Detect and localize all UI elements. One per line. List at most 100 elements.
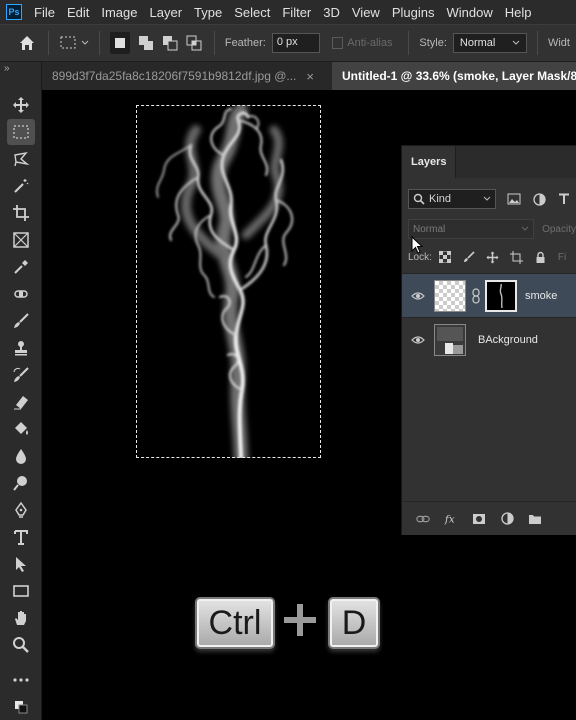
subtract-from-selection-button[interactable] bbox=[160, 32, 180, 54]
arrow-pointer-icon bbox=[16, 557, 26, 572]
adjustment-layer-filter-button[interactable] bbox=[532, 192, 546, 206]
menu-plugins[interactable]: Plugins bbox=[392, 5, 435, 20]
opacity-label: Opacity bbox=[542, 223, 576, 235]
layer-thumbnail bbox=[434, 279, 466, 312]
ctrl-key: Ctrl bbox=[195, 597, 275, 649]
home-button[interactable] bbox=[16, 31, 38, 55]
lock-position-button[interactable] bbox=[486, 250, 500, 264]
new-adjustment-layer-button[interactable] bbox=[500, 512, 514, 526]
paint-bucket-tool[interactable] bbox=[7, 416, 35, 442]
tab-jpg-document[interactable]: 899d3f7da25fa8c18206f7591b9812df.jpg @..… bbox=[42, 62, 332, 90]
visibility-toggle[interactable] bbox=[402, 291, 434, 301]
history-brush-tool[interactable] bbox=[7, 362, 35, 388]
edit-toolbar-button[interactable] bbox=[7, 694, 35, 720]
menu-layer[interactable]: Layer bbox=[150, 5, 183, 20]
spot-healing-brush-tool[interactable] bbox=[7, 281, 35, 307]
layer-mask-thumbnail[interactable] bbox=[485, 279, 517, 312]
hand-tool[interactable] bbox=[7, 605, 35, 631]
half-circle-icon bbox=[500, 512, 514, 525]
background-preview bbox=[435, 324, 465, 355]
kind-filter-select[interactable]: Kind bbox=[408, 189, 496, 209]
photoshop-logo-icon[interactable]: Ps bbox=[6, 4, 22, 20]
type-layer-filter-button[interactable] bbox=[557, 192, 571, 206]
type-icon bbox=[559, 193, 569, 204]
menu-edit[interactable]: Edit bbox=[67, 5, 89, 20]
move-tool[interactable] bbox=[7, 92, 35, 118]
eyedropper-tool[interactable] bbox=[7, 254, 35, 280]
menu-view[interactable]: View bbox=[352, 5, 380, 20]
style-select[interactable]: Normal bbox=[452, 33, 528, 53]
brush-tool[interactable] bbox=[7, 308, 35, 334]
menu-image[interactable]: Image bbox=[101, 5, 137, 20]
layers-panel-header: Layers bbox=[402, 146, 576, 178]
intersect-selection-icon bbox=[186, 35, 202, 51]
crop-tool[interactable] bbox=[7, 200, 35, 226]
tools-panel: » bbox=[0, 62, 42, 720]
add-to-selection-button[interactable] bbox=[136, 32, 156, 54]
menu-help[interactable]: Help bbox=[505, 5, 532, 20]
blur-tool[interactable] bbox=[7, 443, 35, 469]
ellipsis-icon bbox=[13, 678, 29, 682]
pen-tool[interactable] bbox=[7, 497, 35, 523]
layer-name[interactable]: smoke bbox=[525, 290, 557, 302]
rectangular-marquee-tool[interactable] bbox=[7, 119, 35, 145]
more-tools-button[interactable] bbox=[7, 667, 35, 693]
tab-layers[interactable]: Layers bbox=[402, 146, 457, 178]
tab-untitled-1[interactable]: Untitled-1 @ 33.6% (smoke, Layer Mask/8)… bbox=[332, 62, 576, 90]
lock-transparent-pixels-button[interactable] bbox=[438, 250, 452, 264]
menu-window[interactable]: Window bbox=[446, 5, 492, 20]
path-selection-tool[interactable] bbox=[7, 551, 35, 577]
layer-filter-row: Kind bbox=[402, 184, 576, 214]
marquee-preset-picker[interactable] bbox=[59, 35, 89, 51]
type-tool[interactable] bbox=[7, 524, 35, 550]
hand-icon bbox=[15, 611, 26, 625]
layer-style-button[interactable]: fx bbox=[444, 512, 458, 526]
marquee-selection[interactable] bbox=[136, 105, 321, 458]
eyedropper-icon bbox=[14, 260, 28, 274]
width-label: Widt bbox=[547, 37, 570, 49]
mask-link-toggle[interactable] bbox=[469, 287, 483, 304]
new-selection-icon bbox=[114, 38, 125, 48]
add-selection-icon bbox=[138, 36, 153, 50]
dodge-icon bbox=[13, 476, 27, 491]
collapse-toolbar-button[interactable]: » bbox=[0, 62, 41, 76]
menu-3d[interactable]: 3D bbox=[323, 5, 340, 20]
intersect-selection-button[interactable] bbox=[184, 32, 204, 54]
toolbar-swatch-icon bbox=[15, 701, 28, 714]
rectangular-marquee-icon bbox=[60, 36, 76, 49]
clone-stamp-tool[interactable] bbox=[7, 335, 35, 361]
new-group-button[interactable] bbox=[528, 512, 542, 526]
layer-name[interactable]: BAckground bbox=[478, 334, 538, 346]
close-icon[interactable]: × bbox=[306, 69, 314, 84]
lock-artboard-button[interactable] bbox=[510, 250, 524, 264]
layer-row-smoke[interactable]: smoke bbox=[402, 273, 576, 317]
lock-all-button[interactable] bbox=[534, 250, 548, 264]
antialias-label: Anti-alias bbox=[347, 37, 393, 49]
menu-type[interactable]: Type bbox=[194, 5, 222, 20]
pen-icon bbox=[15, 501, 27, 518]
mouse-cursor-icon bbox=[411, 236, 423, 254]
blend-mode-select[interactable]: Normal bbox=[408, 219, 535, 239]
link-layers-button[interactable] bbox=[416, 512, 430, 526]
home-icon bbox=[19, 36, 34, 50]
feather-input[interactable]: 0 px bbox=[271, 33, 321, 53]
lock-image-pixels-button[interactable] bbox=[462, 250, 476, 264]
frame-tool[interactable] bbox=[7, 227, 35, 253]
visibility-toggle[interactable] bbox=[402, 335, 434, 345]
menu-filter[interactable]: Filter bbox=[282, 5, 311, 20]
zoom-tool[interactable] bbox=[7, 632, 35, 658]
antialias-checkbox[interactable] bbox=[332, 37, 344, 49]
svg-text:fx: fx bbox=[444, 513, 455, 525]
fill-label: Fi bbox=[557, 251, 567, 263]
menu-file[interactable]: File bbox=[34, 5, 55, 20]
layer-row-background[interactable]: BAckground bbox=[402, 317, 576, 361]
dodge-tool[interactable] bbox=[7, 470, 35, 496]
rectangle-tool[interactable] bbox=[7, 578, 35, 604]
menu-select[interactable]: Select bbox=[234, 5, 270, 20]
eraser-tool[interactable] bbox=[7, 389, 35, 415]
lasso-tool[interactable] bbox=[7, 146, 35, 172]
pixel-layer-filter-button[interactable] bbox=[507, 192, 521, 206]
magic-wand-tool[interactable] bbox=[7, 173, 35, 199]
add-mask-button[interactable] bbox=[472, 512, 486, 526]
new-selection-button[interactable] bbox=[109, 32, 130, 54]
